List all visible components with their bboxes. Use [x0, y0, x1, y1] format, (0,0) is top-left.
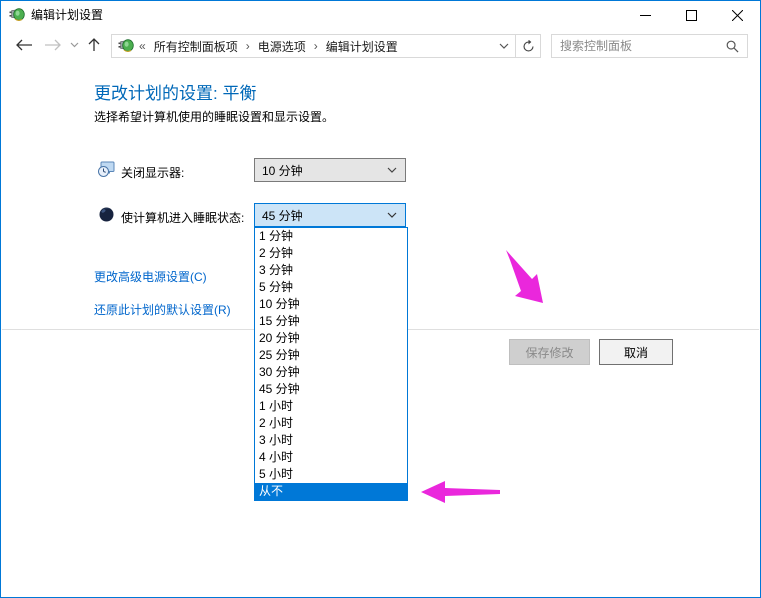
breadcrumb-separator: ›: [314, 39, 318, 53]
sleep-select[interactable]: 45 分钟: [254, 203, 406, 227]
page-title: 更改计划的设置: 平衡: [94, 79, 256, 104]
sleep-value: 45 分钟: [262, 207, 387, 224]
annotation-arrow-diagonal: [503, 248, 549, 308]
dropdown-option[interactable]: 4 小时: [255, 449, 407, 466]
breadcrumb: « 所有控制面板项 › 电源选项 › 编辑计划设置: [139, 38, 398, 55]
dropdown-option[interactable]: 1 小时: [255, 398, 407, 415]
titlebar: 编辑计划设置: [1, 1, 760, 29]
turn-off-display-value: 10 分钟: [262, 162, 387, 179]
sleep-dropdown-list: 1 分钟 2 分钟 3 分钟 5 分钟 10 分钟 15 分钟 20 分钟 25…: [254, 227, 408, 501]
chevron-down-icon: [387, 167, 397, 173]
dropdown-option[interactable]: 30 分钟: [255, 364, 407, 381]
forward-button[interactable]: [41, 33, 65, 57]
sleep-moon-icon: [98, 206, 115, 223]
up-arrow-icon: [88, 38, 100, 52]
chevron-down-icon: [387, 212, 397, 218]
address-history-dropdown[interactable]: [493, 43, 515, 49]
change-advanced-power-settings-link[interactable]: 更改高级电源设置(C): [94, 268, 207, 285]
turn-off-display-label: 关闭显示器:: [121, 164, 184, 181]
power-plan-app-icon: [9, 7, 25, 23]
refresh-button[interactable]: [515, 35, 540, 57]
dropdown-option[interactable]: 3 分钟: [255, 262, 407, 279]
breadcrumb-separator: ›: [246, 39, 250, 53]
chevron-down-icon: [70, 42, 79, 48]
minimize-button[interactable]: [622, 1, 668, 29]
dropdown-option[interactable]: 5 分钟: [255, 279, 407, 296]
dropdown-option[interactable]: 45 分钟: [255, 381, 407, 398]
search-icon[interactable]: [726, 40, 739, 53]
page-subtitle: 选择希望计算机使用的睡眠设置和显示设置。: [94, 108, 334, 125]
refresh-icon: [522, 40, 535, 53]
forward-arrow-icon: [44, 39, 62, 51]
cancel-button[interactable]: 取消: [599, 339, 673, 365]
dropdown-option[interactable]: 15 分钟: [255, 313, 407, 330]
search-box: [551, 34, 748, 58]
back-arrow-icon: [15, 39, 33, 51]
close-icon: [732, 10, 743, 21]
window-title: 编辑计划设置: [31, 1, 103, 29]
maximize-icon: [686, 10, 697, 21]
breadcrumb-all-control-panel-items[interactable]: 所有控制面板项: [154, 38, 238, 55]
dropdown-option-never[interactable]: 从不: [255, 483, 407, 500]
dropdown-option[interactable]: 20 分钟: [255, 330, 407, 347]
close-button[interactable]: [714, 1, 760, 29]
breadcrumb-edit-plan-settings[interactable]: 编辑计划设置: [326, 38, 398, 55]
edit-plan-settings-window: 编辑计划设置: [0, 0, 761, 598]
chevron-down-icon: [499, 43, 509, 49]
back-button[interactable]: [11, 33, 37, 57]
dropdown-option[interactable]: 2 分钟: [255, 245, 407, 262]
dropdown-option[interactable]: 3 小时: [255, 432, 407, 449]
annotation-arrow-left: [418, 478, 502, 506]
dropdown-option[interactable]: 10 分钟: [255, 296, 407, 313]
maximize-button[interactable]: [668, 1, 714, 29]
turn-off-display-select[interactable]: 10 分钟: [254, 158, 406, 182]
dropdown-option[interactable]: 2 小时: [255, 415, 407, 432]
restore-default-settings-link[interactable]: 还原此计划的默认设置(R): [94, 301, 231, 318]
dropdown-option[interactable]: 25 分钟: [255, 347, 407, 364]
search-input[interactable]: [552, 35, 726, 57]
address-bar[interactable]: « 所有控制面板项 › 电源选项 › 编辑计划设置: [111, 34, 541, 58]
up-button[interactable]: [83, 33, 105, 57]
dropdown-option[interactable]: 1 分钟: [255, 228, 407, 245]
display-clock-icon: [98, 161, 115, 178]
sleep-label: 使计算机进入睡眠状态:: [121, 209, 244, 226]
breadcrumb-overflow[interactable]: «: [139, 39, 146, 53]
dropdown-option[interactable]: 5 小时: [255, 466, 407, 483]
power-options-icon: [118, 38, 134, 54]
navigation-bar: « 所有控制面板项 › 电源选项 › 编辑计划设置: [1, 29, 760, 61]
breadcrumb-power-options[interactable]: 电源选项: [258, 38, 306, 55]
recent-pages-dropdown[interactable]: [67, 33, 81, 57]
save-changes-button[interactable]: 保存修改: [509, 339, 590, 365]
minimize-icon: [640, 10, 651, 21]
